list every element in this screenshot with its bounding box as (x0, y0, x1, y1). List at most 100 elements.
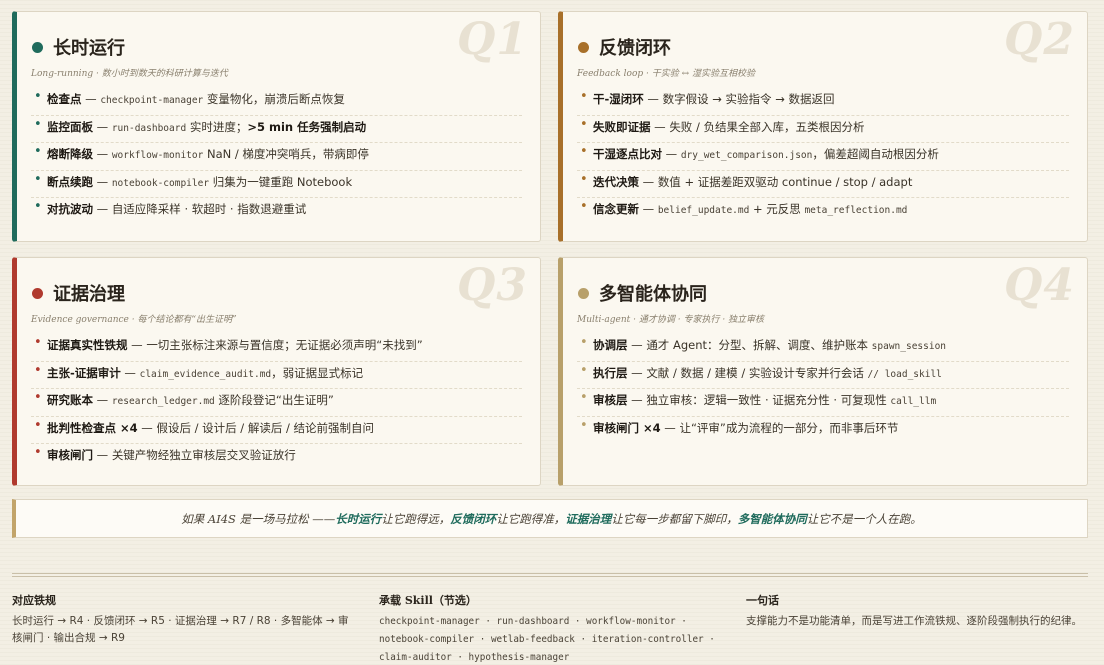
item-text: ，偏差超阈自动根因分析 (812, 147, 939, 161)
item-code: dry_wet_comparison.json (680, 150, 813, 161)
list-item: • 协调层 — 通才 Agent：分型、拆解、调度、维护账本 spawn_sess… (577, 334, 1069, 362)
bullet-icon: • (580, 199, 588, 214)
list-item: • 主张-证据审计 — claim_evidence_audit.md，弱证据显式… (31, 362, 522, 389)
item-code: // load_skill (867, 368, 942, 380)
bullet-icon: • (34, 445, 42, 460)
list-item: • 迭代决策 — 数值 + 证据差距双驱动 continue / stop / a… (577, 171, 1069, 198)
bullet-icon: • (34, 199, 42, 214)
item-key: 断点续跑 (47, 174, 93, 189)
item-sep: — (643, 92, 663, 106)
banner-highlight: 多智能体协同 (737, 511, 807, 526)
item-key: 执行层 (593, 365, 628, 380)
bullet-icon: • (580, 335, 588, 350)
item-sep: — (93, 448, 112, 462)
quadrant-list: • 证据真实性铁规 — 一切主张标注来源与置信度；无证据必须声明“未找到” • 主张-… (31, 334, 522, 472)
banner-text: 如果 AI4S 是一场马拉松 —— (181, 511, 336, 526)
banner-text: 让它跑得准， (496, 511, 566, 526)
footer-heading: 对应铁规 (12, 594, 56, 607)
banner-highlight: 证据治理 (565, 511, 612, 526)
bullet-icon: • (34, 171, 42, 187)
list-item: • 对抗波动 — 自适应降采样 · 软超时 · 指数退避重试 (31, 198, 522, 226)
list-item: • 审核闸门 — 关键产物经独立审核层交叉验证放行 (31, 444, 522, 472)
footer-summary: 一句话 支撑能力不是功能清单，而是写进工作流铁规、逐阶段强制执行的纪律。 (746, 592, 1086, 630)
item-text: 实时进度； (186, 119, 248, 134)
item-sep: — (639, 174, 658, 189)
item-sep: — (93, 147, 112, 161)
item-sep: — (93, 119, 112, 134)
footer-heading: 一句话 (746, 594, 779, 607)
item-text: + 元反思 (749, 202, 805, 216)
footer-body: 长时运行 → R4 · 反馈闭环 → R5 · 证据治理 → R7 / R8 ·… (12, 615, 349, 644)
item-code: notebook-compiler (111, 177, 210, 189)
quadrant-list: • 协调层 — 通才 Agent：分型、拆解、调度、维护账本 spawn_sess… (577, 334, 1069, 444)
bullet-icon: • (580, 390, 588, 405)
item-text: 数字假设 → 实验指令 → 数据返回 (662, 92, 835, 106)
item-sep: — (93, 202, 112, 216)
list-item: • 研究账本 — research_ledger.md 逐阶段登记“出生证明” (31, 389, 522, 417)
quadrant-title: 长时运行 (53, 38, 125, 59)
footer-heading: 承载 Skill（节选） (379, 594, 477, 607)
list-item: • 熔断降级 — workflow-monitor NaN / 梯度冲突哨兵，带病… (31, 143, 522, 171)
item-text: 假设后 / 设计后 / 解读后 / 结论前强制自问 (156, 420, 375, 435)
item-key: 迭代决策 (593, 174, 639, 189)
item-text: 通才 Agent：分型、拆解、调度、维护账本 (646, 338, 872, 352)
bullet-icon: • (34, 116, 42, 132)
quadrant-dot (32, 287, 43, 299)
item-sep: — (627, 393, 647, 407)
item-text: 变量物化，崩溃后断点恢复 (203, 92, 345, 106)
item-code: run-dashboard (111, 122, 187, 134)
bullet-icon: • (34, 362, 42, 378)
item-key: 审核闸门 (47, 448, 93, 462)
divider (12, 576, 1088, 577)
item-text: 独立审核：逻辑一致性 · 证据充分性 · 可复现性 (646, 393, 891, 407)
item-sep: — (81, 92, 101, 106)
list-item: • 失败即证据 — 失败 / 负结果全部入库，五类根因分析 (577, 116, 1069, 143)
item-text: 让“评审”成为流程的一部分，而非事后环节 (679, 420, 899, 435)
banner-text: 让它跑得远， (381, 511, 451, 526)
footer-rules: 对应铁规 长时运行 → R4 · 反馈闭环 → R5 · 证据治理 → R7 /… (12, 592, 357, 647)
quadrant-title: 证据治理 (53, 284, 125, 305)
quadrant-evidence-governance: Q3 证据治理 Evidence governance · 每个结论都有“出生证… (12, 257, 541, 486)
list-item: • 监控面板 — run-dashboard 实时进度；>5 min 任务强制启动 (31, 116, 522, 143)
list-item: • 执行层 — 文献 / 数据 / 建模 / 实验设计专家并行会话 // load… (577, 362, 1069, 389)
quadrant-dot (32, 41, 43, 53)
item-code: checkpoint-manager (100, 95, 204, 106)
list-item: • 干湿逐点比对 — dry_wet_comparison.json，偏差超阈自动… (577, 143, 1069, 171)
item-key: 对抗波动 (47, 202, 93, 216)
quadrant-multi-agent: Q4 多智能体协同 Multi-agent · 通才协调 · 专家执行 · 独立… (558, 257, 1088, 486)
quadrant-subtitle: Long-running · 数小时到数天的科研计算与迭代 (31, 69, 228, 79)
list-item: • 信念更新 — belief_update.md + 元反思 meta_refl… (577, 198, 1069, 226)
banner-text: 让它每一步都留下脚印， (611, 511, 738, 526)
item-sep: — (660, 420, 680, 435)
list-item: • 证据真实性铁规 — 一切主张标注来源与置信度；无证据必须声明“未找到” (31, 334, 522, 362)
item-key: 熔断降级 (47, 147, 93, 161)
item-text: ，弱证据显式标记 (271, 365, 364, 380)
item-code: belief_update.md (657, 205, 750, 216)
item-key: 检查点 (47, 92, 82, 106)
item-sep: — (93, 174, 112, 189)
item-text: NaN / 梯度冲突哨兵，带病即停 (203, 147, 369, 161)
bullet-icon: • (34, 144, 42, 159)
list-item: • 批判性检查点 ×4 — 假设后 / 设计后 / 解读后 / 结论前强制自问 (31, 417, 522, 444)
quadrant-mark: Q2 (1004, 14, 1075, 65)
bullet-icon: • (580, 116, 588, 132)
item-code: call_llm (890, 396, 937, 407)
item-sep: — (639, 202, 658, 216)
bullet-icon: • (580, 362, 588, 378)
bullet-icon: • (580, 417, 588, 433)
item-key: 批判性检查点 ×4 (47, 420, 138, 435)
quadrant-list: • 干-湿闭环 — 数字假设 → 实验指令 → 数据返回 • 失败即证据 — 失败 /… (577, 88, 1069, 226)
item-sep: — (627, 365, 647, 380)
divider (12, 573, 1088, 574)
list-item: • 检查点 — checkpoint-manager 变量物化，崩溃后断点恢复 (31, 88, 522, 116)
item-key: >5 min 任务强制启动 (247, 119, 367, 134)
footer-body: checkpoint-manager · run-dashboard · wor… (379, 616, 715, 663)
item-sep: — (93, 393, 112, 407)
bullet-icon: • (580, 144, 588, 159)
quadrant-feedback-loop: Q2 反馈闭环 Feedback loop · 干实验 ↔ 湿实验互相校验 • 干… (558, 11, 1088, 242)
bullet-icon: • (580, 171, 588, 187)
item-key: 信念更新 (593, 202, 639, 216)
banner-highlight: 反馈闭环 (450, 511, 497, 526)
quadrant-long-running: Q1 长时运行 Long-running · 数小时到数天的科研计算与迭代 • 检… (12, 11, 541, 242)
item-key: 失败即证据 (593, 119, 651, 134)
